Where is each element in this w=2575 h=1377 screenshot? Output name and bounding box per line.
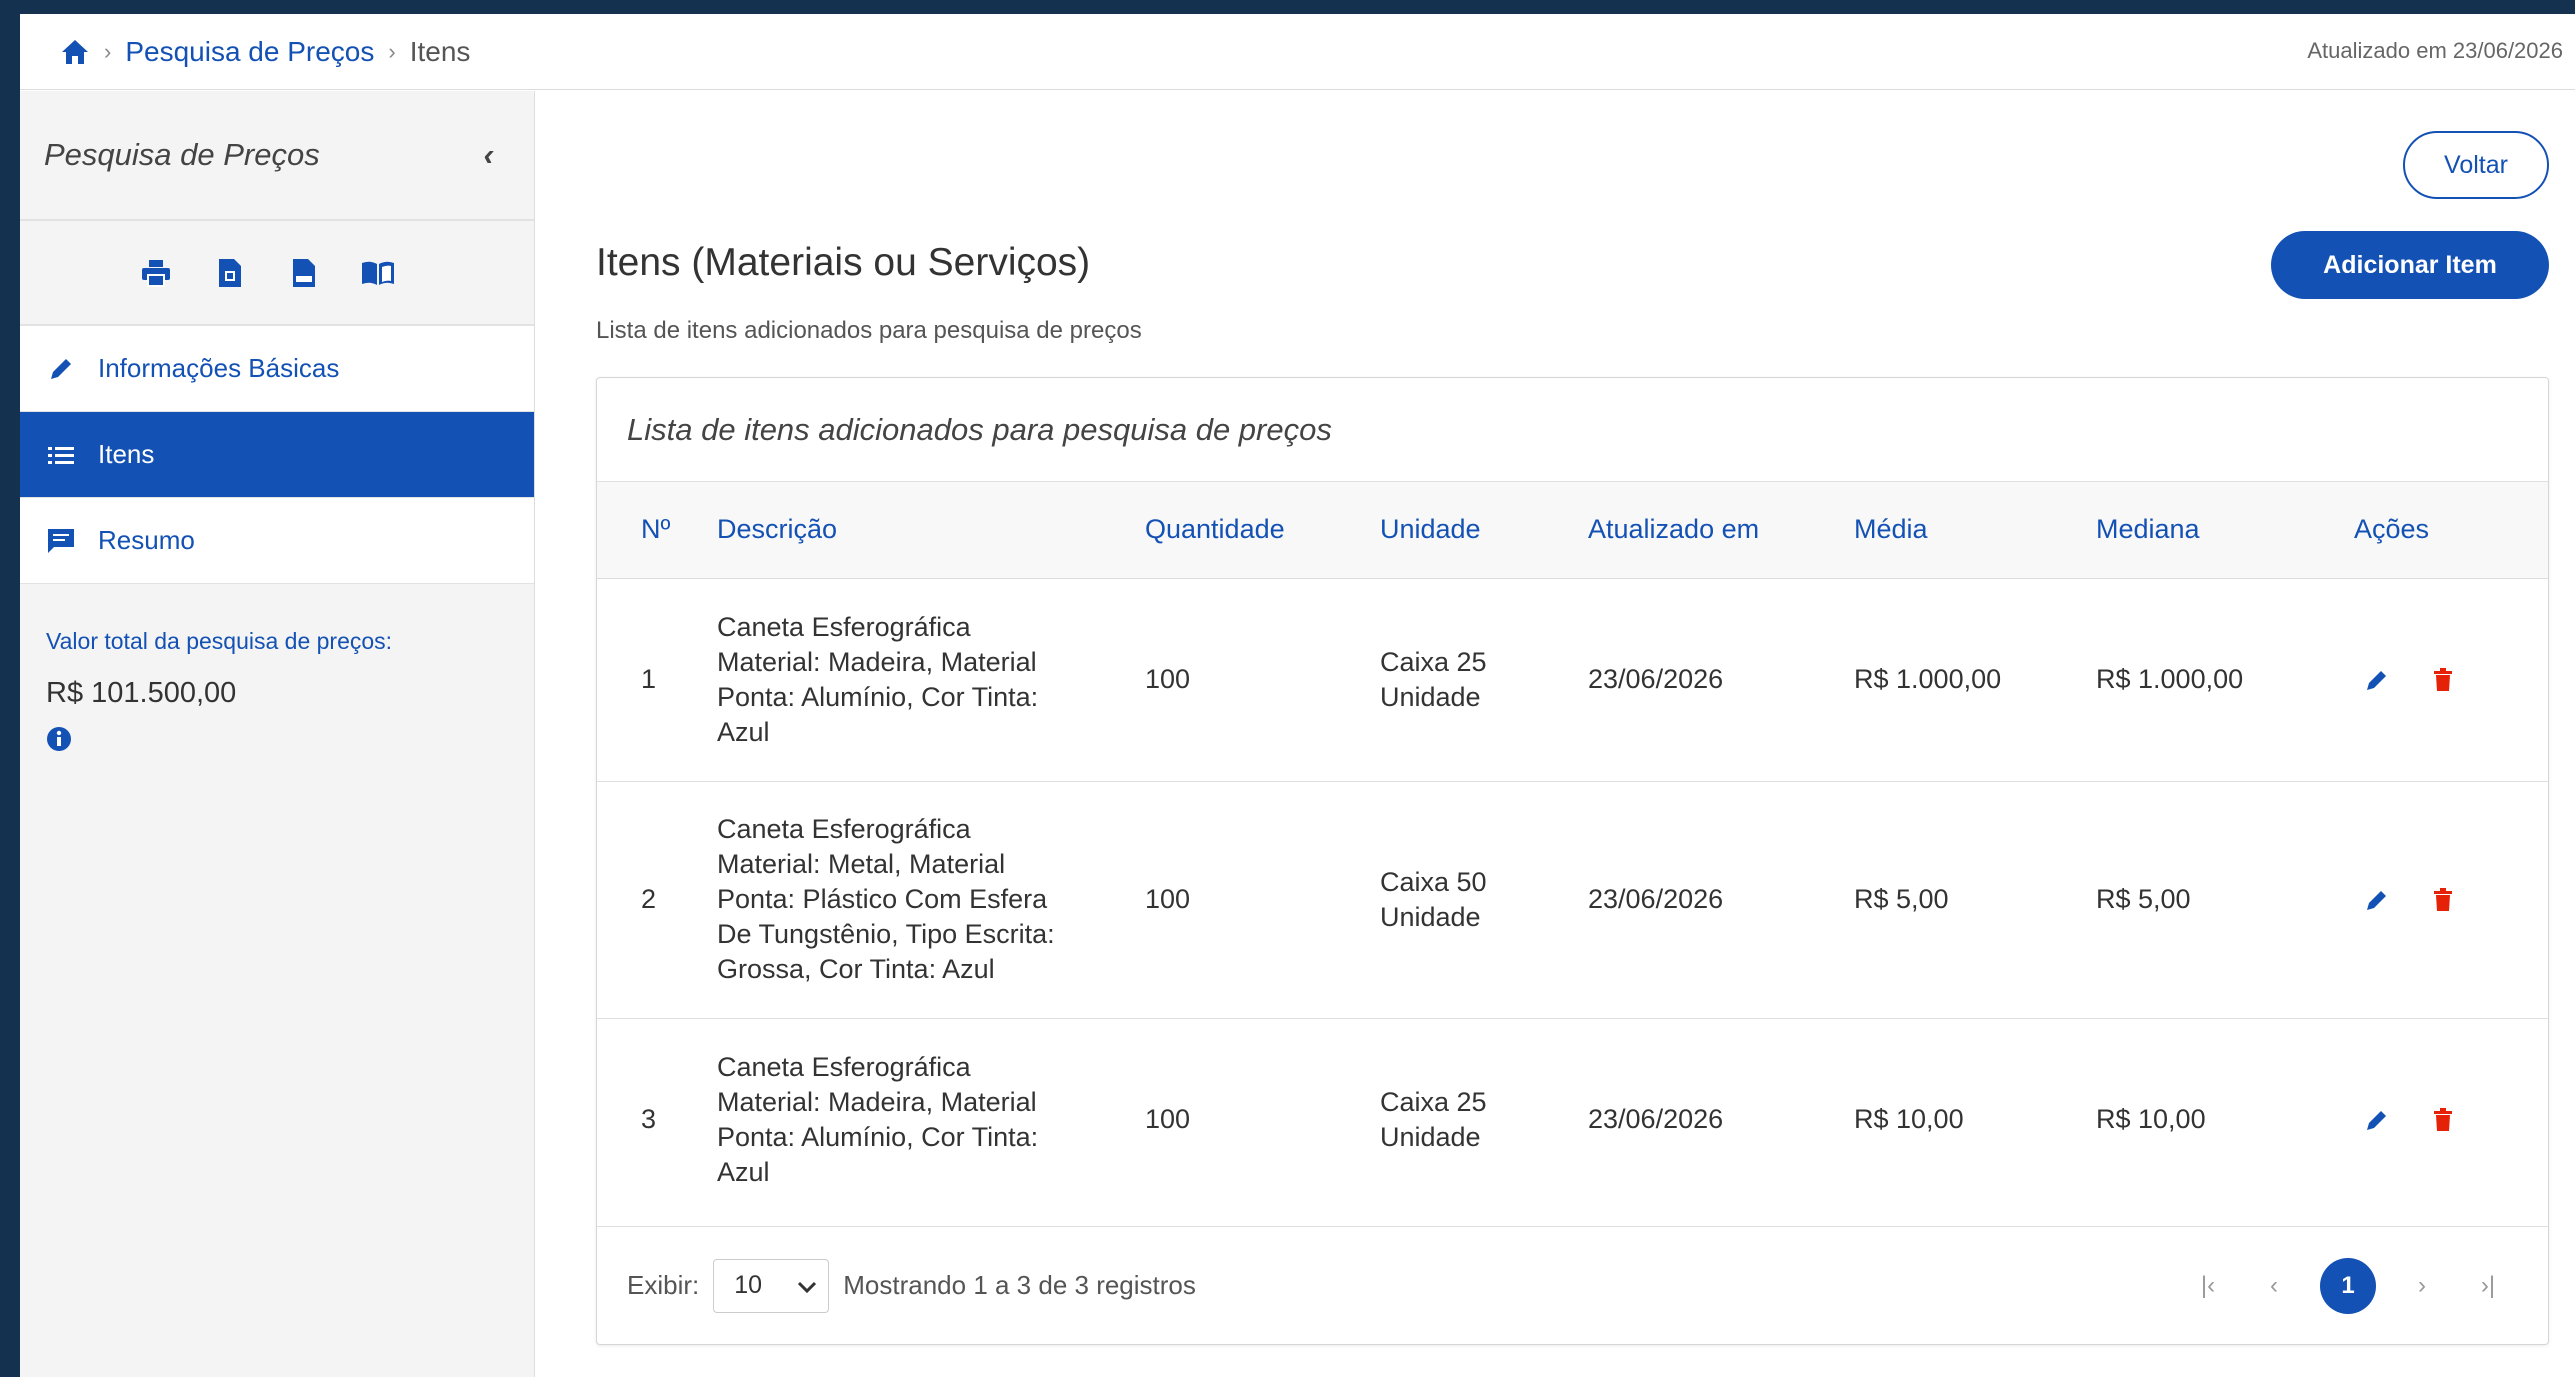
sidebar-item-label: Resumo [98,525,195,555]
cell-descricao: Caneta Esferográfica Material: Metal, Ma… [717,814,1055,984]
row-actions [2354,885,2548,915]
records-info: Mostrando 1 a 3 de 3 registros [843,1270,1196,1300]
edit-icon[interactable] [2362,665,2392,695]
sidebar-item-itens[interactable]: Itens [20,412,534,498]
list-icon [46,440,76,470]
print-icon[interactable] [138,255,174,291]
cell-atualizado: 23/06/2026 [1588,1104,1724,1135]
row-actions [2354,665,2548,695]
breadcrumb-separator: › [104,38,112,64]
cell-numero: 1 [641,664,657,694]
cell-unidade: Caixa 50 Unidade [1380,866,1487,932]
header-media[interactable]: Média [1854,482,2096,578]
updated-date: Atualizado em 23/06/2026 [2307,38,2563,63]
sidebar-header: Pesquisa de Preços ‹ [20,91,534,221]
cell-mediana: R$ 1.000,00 [2096,664,2244,694]
items-table-card: Lista de itens adicionados para pesquisa… [596,377,2549,1345]
main-content: Voltar Itens (Materiais ou Serviços) Lis… [536,91,2575,1377]
sidebar-item-informacoes[interactable]: Informações Básicas [20,326,534,412]
pdf-file-icon[interactable] [212,255,248,291]
pencil-icon [46,354,76,384]
header-unidade[interactable]: Unidade [1380,482,1588,578]
header-atualizado[interactable]: Atualizado em [1588,482,1854,578]
collapse-sidebar-button[interactable]: ‹ [484,137,494,173]
table-row: 1 Caneta Esferográfica Material: Madeira… [597,578,2548,781]
header-mediana[interactable]: Mediana [2096,482,2354,578]
cell-numero: 2 [641,884,657,914]
sidebar-item-label: Informações Básicas [98,353,340,383]
cell-unidade: Caixa 25 Unidade [1380,1086,1487,1152]
delete-icon[interactable] [2428,1105,2458,1135]
delete-icon[interactable] [2428,665,2458,695]
header-quantidade[interactable]: Quantidade [1145,482,1380,578]
last-page-button[interactable]: ›| [2468,1258,2508,1314]
top-bar: › Pesquisa de Preços › Itens Atualizado … [20,14,2575,90]
pagination: |‹ ‹ 1 › ›| [2188,1258,2508,1314]
total-value: R$ 101.500,00 [46,677,237,709]
page-size-label: Exibir: [627,1270,700,1300]
edit-icon[interactable] [2362,885,2392,915]
sidebar-item-label: Itens [98,439,155,469]
csv-file-icon[interactable] [286,255,322,291]
row-actions [2354,1105,2548,1135]
total-label: Valor total da pesquisa de preços: [46,628,393,654]
first-page-button[interactable]: |‹ [2188,1258,2228,1314]
prev-page-button[interactable]: ‹ [2254,1258,2294,1314]
info-icon[interactable] [46,726,72,752]
cell-numero: 3 [641,1104,657,1135]
cell-descricao: Caneta Esferográfica Material: Madeira, … [717,1051,1039,1187]
cell-atualizado: 23/06/2026 [1588,884,1724,914]
chevron-down-icon [798,1271,817,1300]
cell-quantidade: 100 [1145,884,1191,914]
page-size-select[interactable]: 10 [713,1258,830,1313]
cell-quantidade: 100 [1145,664,1191,694]
delete-icon[interactable] [2428,885,2458,915]
breadcrumb-current: Itens [409,35,471,67]
sidebar-toolbar [20,221,534,326]
cell-media: R$ 1.000,00 [1854,664,2002,694]
breadcrumb-pesquisa-link[interactable]: Pesquisa de Preços [125,36,374,68]
edit-icon[interactable] [2362,1105,2392,1135]
breadcrumb-separator: › [388,38,396,64]
comment-icon [46,526,76,556]
table-row: 3 Caneta Esferográfica Material: Madeira… [597,1018,2548,1221]
page-1-button[interactable]: 1 [2320,1258,2376,1314]
home-icon[interactable] [60,37,90,67]
cell-media: R$ 10,00 [1854,1104,1964,1135]
sidebar-title: Pesquisa de Preços [44,137,320,172]
table-footer: Exibir: 10 Mostrando 1 a 3 de 3 registro… [597,1226,2548,1344]
add-item-button[interactable]: Adicionar Item [2271,231,2549,299]
page-size-value: 10 [734,1271,763,1299]
app-frame: › Pesquisa de Preços › Itens Atualizado … [20,14,2575,1377]
page-subtitle: Lista de itens adicionados para pesquisa… [596,317,1142,344]
header-descricao[interactable]: Descrição [717,482,1145,578]
table-row: 2 Caneta Esferográfica Material: Metal, … [597,781,2548,1018]
sidebar-item-resumo[interactable]: Resumo [20,498,534,584]
sidebar: Pesquisa de Preços ‹ Informações Básicas [20,91,535,1377]
cell-unidade: Caixa 25 Unidade [1380,646,1487,712]
book-icon[interactable] [360,255,396,291]
table-header-row: Nº Descrição Quantidade Unidade Atualiza… [597,482,2548,578]
cell-descricao: Caneta Esferográfica Material: Madeira, … [717,611,1039,747]
next-page-button[interactable]: › [2402,1258,2442,1314]
cell-atualizado: 23/06/2026 [1588,664,1724,694]
voltar-button[interactable]: Voltar [2403,131,2549,199]
header-acoes: Ações [2354,514,2430,545]
cell-quantidade: 100 [1145,1104,1191,1135]
page-title: Itens (Materiais ou Serviços) [596,241,1091,284]
cell-mediana: R$ 5,00 [2096,884,2191,914]
table-caption: Lista de itens adicionados para pesquisa… [597,378,2548,482]
cell-media: R$ 5,00 [1854,884,1949,914]
items-table: Nº Descrição Quantidade Unidade Atualiza… [597,482,2548,1221]
cell-mediana: R$ 10,00 [2096,1104,2206,1135]
header-numero[interactable]: Nº [597,482,717,578]
